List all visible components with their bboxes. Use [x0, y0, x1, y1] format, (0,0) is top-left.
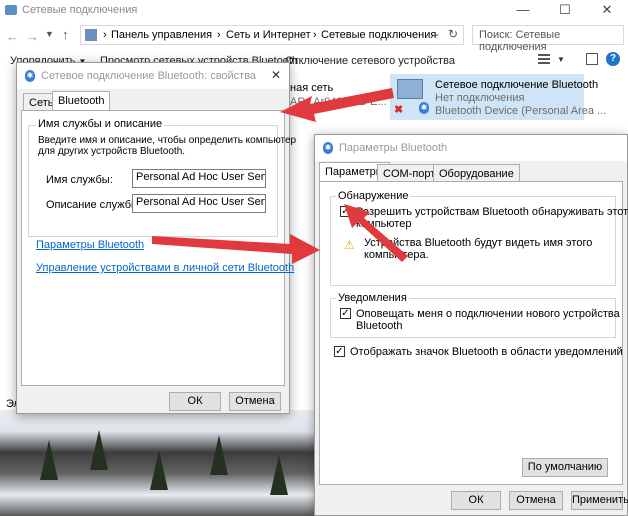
arrow-to-properties — [280, 88, 394, 122]
arrow-to-discovery-checkbox — [344, 204, 408, 262]
annotation-overlay — [152, 88, 408, 264]
arrow-to-bt-settings — [152, 234, 320, 264]
